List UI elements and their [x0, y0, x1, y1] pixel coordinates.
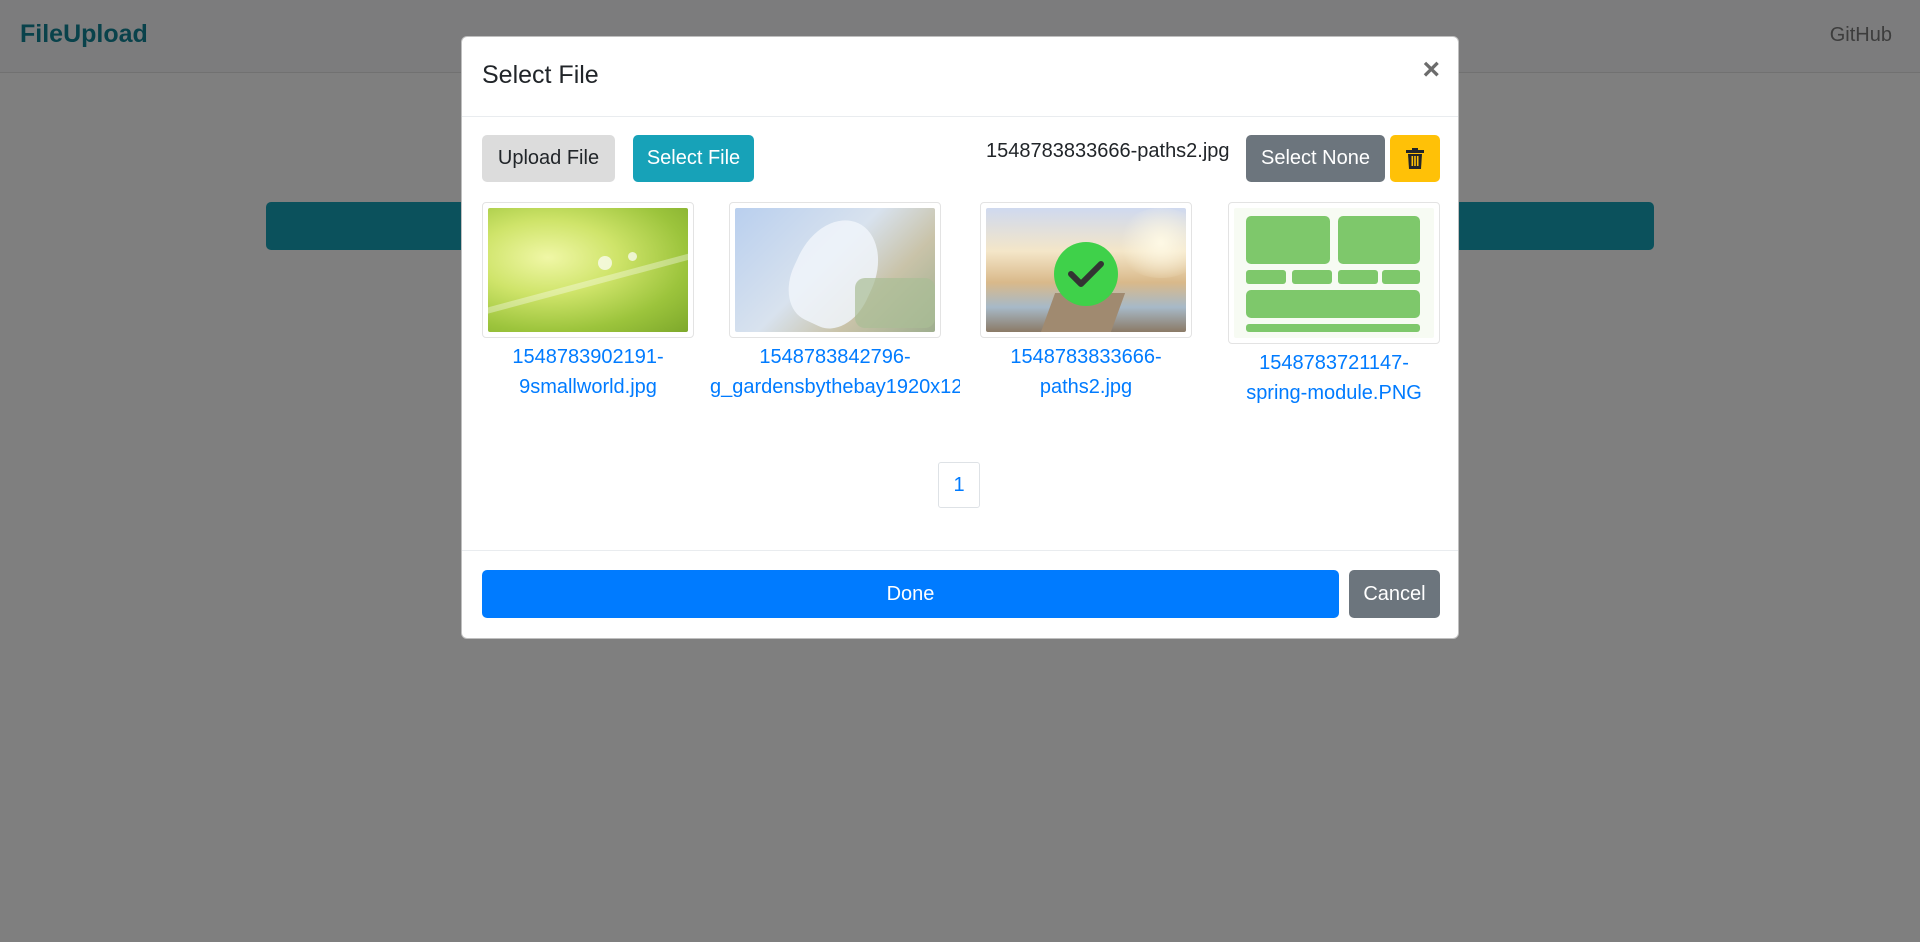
file-name-part2[interactable]: spring-module.PNG [1228, 378, 1440, 408]
modal-header: Select File × [462, 37, 1458, 117]
trash-icon [1406, 148, 1424, 169]
file-item[interactable]: 1548783721147- spring-module.PNG [1228, 202, 1440, 408]
file-thumbnail[interactable] [980, 202, 1192, 338]
upload-file-button[interactable]: Upload File [482, 135, 615, 182]
modal-title: Select File [482, 61, 599, 89]
file-thumbnail[interactable] [729, 202, 941, 338]
file-name-part2[interactable]: g_gardensbythebay1920x1200 [710, 372, 960, 402]
file-name-part1[interactable]: 1548783833666- [980, 342, 1192, 372]
pagination-page[interactable]: 1 [938, 462, 980, 508]
delete-button[interactable] [1390, 135, 1440, 182]
close-button[interactable]: × [1422, 55, 1440, 85]
select-none-button[interactable]: Select None [1246, 135, 1385, 182]
file-thumbnail[interactable] [482, 202, 694, 338]
grass-dew-image [488, 208, 688, 332]
file-thumbnail[interactable] [1228, 202, 1440, 344]
file-item[interactable]: 1548783842796- g_gardensbythebay1920x120… [710, 202, 960, 402]
selected-check-icon [1054, 242, 1118, 306]
file-name-part2[interactable]: 9smallworld.jpg [482, 372, 694, 402]
modal-footer: Done Cancel [462, 550, 1458, 639]
file-name-part1[interactable]: 1548783842796- [710, 342, 960, 372]
selected-file-name: 1548783833666-paths2.jpg [986, 140, 1230, 162]
cancel-button[interactable]: Cancel [1349, 570, 1440, 618]
done-button[interactable]: Done [482, 570, 1339, 618]
file-name-part2[interactable]: paths2.jpg [980, 372, 1192, 402]
file-item[interactable]: 1548783902191- 9smallworld.jpg [482, 202, 694, 402]
select-file-modal: Select File × Upload File Select File 15… [461, 36, 1459, 639]
spring-diagram-image [1234, 208, 1434, 338]
file-item[interactable]: 1548783833666- paths2.jpg [980, 202, 1192, 402]
file-name-part1[interactable]: 1548783902191- [482, 342, 694, 372]
select-file-button[interactable]: Select File [633, 135, 754, 182]
file-name-part1[interactable]: 1548783721147- [1228, 348, 1440, 378]
gardens-aerial-image [735, 208, 935, 332]
